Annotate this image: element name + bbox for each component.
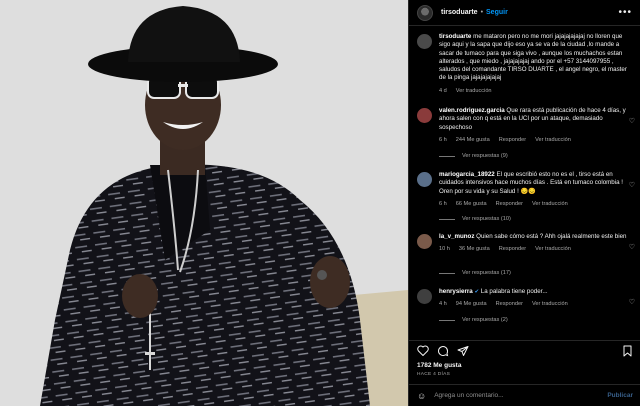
post-photo[interactable]: [0, 0, 408, 406]
author-username[interactable]: tirsoduarte: [441, 9, 478, 16]
comment-like-heart-icon[interactable]: ♡: [629, 181, 635, 189]
comment-body: mariogarcia_18922 El que escribió esto n…: [439, 171, 635, 208]
reply-button[interactable]: Responder: [496, 200, 523, 208]
more-options-icon[interactable]: •••: [618, 7, 632, 18]
replies-line: [439, 155, 455, 157]
comment-username[interactable]: valen.rodriguez.garcia: [439, 107, 505, 114]
comment-time[interactable]: 6 h: [439, 136, 447, 144]
caption-username[interactable]: tirsoduarte: [439, 33, 471, 40]
comment-meta: 4 h 94 Me gusta Responder Ver traducción: [439, 300, 635, 308]
comment-time[interactable]: 4 h: [439, 300, 447, 308]
translate-link[interactable]: Ver traducción: [535, 245, 571, 253]
caption-translate[interactable]: Ver traducción: [456, 87, 492, 95]
reply-button[interactable]: Responder: [499, 245, 526, 253]
comment-body: valen.rodriguez.garcia Que rara está pub…: [439, 107, 635, 144]
post-age: HACE 4 DÍAS: [417, 372, 451, 377]
comment-like-heart-icon[interactable]: ♡: [629, 298, 635, 306]
caption: tirsoduarte me mataron pero no me mori j…: [417, 33, 635, 95]
comment-likes[interactable]: 36 Me gusta: [459, 245, 490, 253]
comment-body: henrysierra ✔ La palabra tiene poder... …: [439, 288, 635, 309]
caption-time[interactable]: 4 d: [439, 87, 447, 95]
comment-username[interactable]: mariogarcia_18922: [439, 171, 495, 178]
comment-username[interactable]: henrysierra: [439, 288, 473, 295]
translate-link[interactable]: Ver traducción: [532, 200, 568, 208]
comment-likes[interactable]: 244 Me gusta: [456, 136, 490, 144]
follow-button[interactable]: Seguir: [486, 9, 508, 16]
replies-line: [439, 272, 455, 274]
comment-body: la_v_munoz Quien sabe cómo está ? Ahh oj…: [439, 233, 635, 254]
comment-meta: 6 h 66 Me gusta Responder Ver traducción: [439, 200, 635, 208]
translate-link[interactable]: Ver traducción: [532, 300, 568, 308]
comment: mariogarcia_18922 El que escribió esto n…: [417, 171, 635, 208]
view-replies[interactable]: Ver respuestas (2): [439, 317, 508, 323]
share-icon[interactable]: [457, 345, 469, 357]
author-avatar[interactable]: [417, 4, 433, 21]
comment-meta: 10 h 36 Me gusta Responder Ver traducció…: [439, 245, 635, 253]
reply-button[interactable]: Responder: [496, 300, 523, 308]
publish-button[interactable]: Publicar: [607, 392, 633, 399]
heart-icon[interactable]: [417, 345, 429, 356]
comment-likes[interactable]: 66 Me gusta: [456, 200, 487, 208]
comment-avatar[interactable]: [417, 234, 432, 249]
comment-meta: 6 h 244 Me gusta Responder Ver traducció…: [439, 136, 635, 144]
view-replies[interactable]: Ver respuestas (9): [439, 153, 508, 159]
caption-meta: 4 d Ver traducción: [439, 87, 635, 95]
comment-text: La palabra tiene poder...: [480, 288, 548, 295]
caption-text: me mataron pero no me mori jajajajajajaj…: [439, 33, 627, 82]
post-header: tirsoduarte • Seguir •••: [409, 0, 640, 26]
comment-time[interactable]: 6 h: [439, 200, 447, 208]
add-comment-input[interactable]: Agrega un comentario...: [434, 392, 607, 399]
replies-line: [439, 319, 455, 321]
view-replies-label[interactable]: Ver respuestas (2): [462, 317, 508, 323]
separator-dot: •: [480, 9, 484, 16]
caption-body: tirsoduarte me mataron pero no me mori j…: [439, 33, 635, 95]
post-likes-count[interactable]: 1782 Me gusta: [417, 362, 461, 369]
comment-avatar[interactable]: [417, 172, 432, 187]
bookmark-icon[interactable]: [622, 345, 633, 357]
comment-icon[interactable]: [437, 345, 449, 357]
add-comment-bar: ☺ Agrega un comentario... Publicar: [409, 384, 640, 406]
comment-avatar[interactable]: [417, 108, 432, 123]
reply-button[interactable]: Responder: [499, 136, 526, 144]
verified-badge-icon: ✔: [474, 289, 480, 295]
comment: la_v_munoz Quien sabe cómo está ? Ahh oj…: [417, 233, 635, 254]
replies-line: [439, 218, 455, 220]
view-replies-label[interactable]: Ver respuestas (9): [462, 153, 508, 159]
post-panel: tirsoduarte • Seguir ••• tirsoduarte me …: [408, 0, 640, 406]
translate-link[interactable]: Ver traducción: [535, 136, 571, 144]
comment-avatar[interactable]: [417, 289, 432, 304]
comment-username[interactable]: la_v_munoz: [439, 233, 474, 240]
comment-like-heart-icon[interactable]: ♡: [629, 117, 635, 125]
view-replies-label[interactable]: Ver respuestas (17): [462, 270, 511, 276]
comment: henrysierra ✔ La palabra tiene poder... …: [417, 288, 635, 309]
comments-list[interactable]: tirsoduarte me mataron pero no me mori j…: [409, 27, 640, 339]
comment-likes[interactable]: 94 Me gusta: [456, 300, 487, 308]
post-photo-illustration: [0, 0, 408, 406]
emoji-icon[interactable]: ☺: [417, 391, 426, 401]
view-replies[interactable]: Ver respuestas (17): [439, 270, 511, 276]
caption-avatar[interactable]: [417, 34, 432, 49]
comment-time[interactable]: 10 h: [439, 245, 450, 253]
comment: valen.rodriguez.garcia Que rara está pub…: [417, 107, 635, 144]
view-replies-label[interactable]: Ver respuestas (10): [462, 216, 511, 222]
view-replies[interactable]: Ver respuestas (10): [439, 216, 511, 222]
comment-like-heart-icon[interactable]: ♡: [629, 243, 635, 251]
action-bar: [409, 340, 640, 360]
comment-text: Quien sabe cómo está ? Ahh ojalá realmen…: [476, 233, 627, 240]
